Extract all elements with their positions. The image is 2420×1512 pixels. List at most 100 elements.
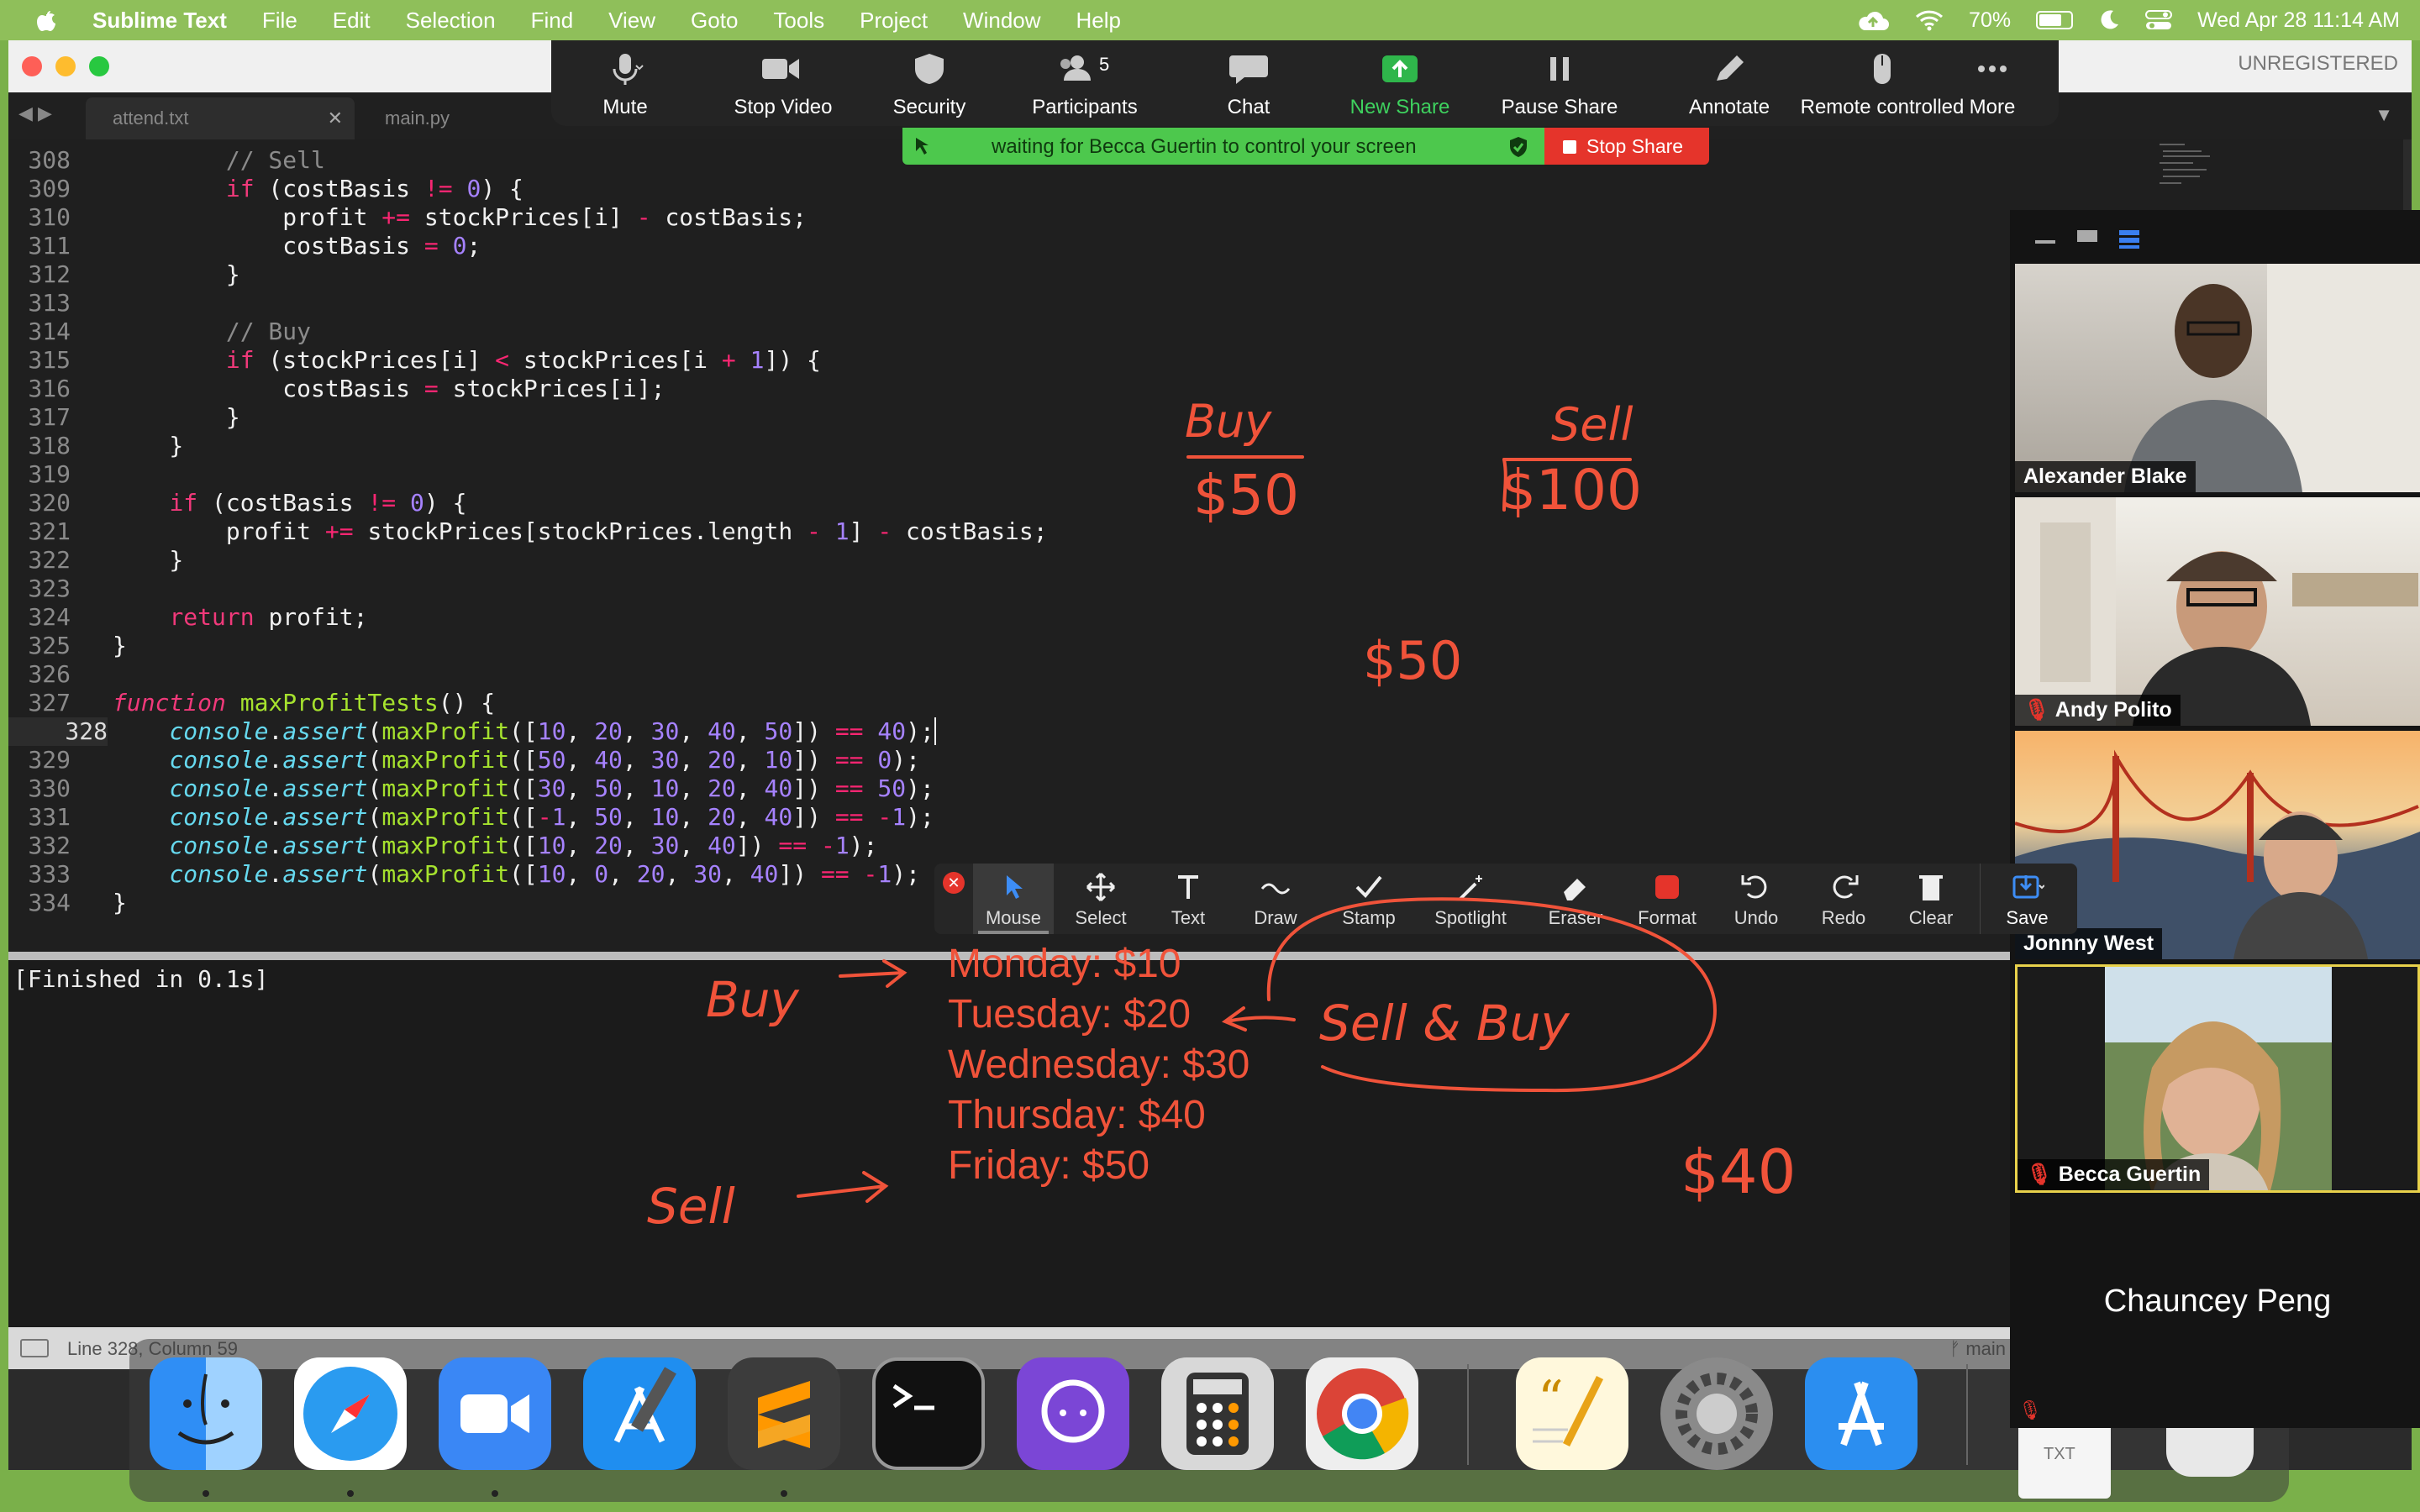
stamp-tool-button[interactable]: Stamp [1323,864,1415,934]
menu-find[interactable]: Find [531,8,574,34]
line-number: 334 [28,889,71,916]
chrome-icon[interactable] [1306,1357,1418,1470]
participant-tile[interactable]: Chauncey Peng 🎙 [2015,1198,2420,1426]
minimize-panel-icon[interactable] [2035,240,2055,244]
stop-share-button[interactable]: Stop Share [1544,128,1709,165]
text-tool-button[interactable]: Text [1148,864,1228,934]
sublime-text-icon[interactable] [728,1357,840,1470]
spotlight-tool-button[interactable]: Spotlight [1420,864,1521,934]
undo-button[interactable]: Undo [1716,864,1797,934]
code-line: if (costBasis != 0) { [169,489,467,517]
code-line: function maxProfitTests() { [113,689,496,717]
cursor-arrow-icon [1007,875,1023,899]
line-number: 331 [28,803,71,831]
line-number: 319 [28,460,71,488]
remote-control-arrow-icon [916,138,929,155]
save-button[interactable]: Save [1980,864,2074,934]
code-line: } [113,260,240,288]
moon-icon[interactable] [2098,9,2120,31]
zoom-app-icon[interactable] [439,1357,551,1470]
menu-file[interactable]: File [262,8,297,34]
close-annotation-icon[interactable]: ✕ [943,872,965,894]
line-number: 314 [28,318,71,345]
participant-name: Chauncey Peng [2103,1284,2332,1319]
finder-icon[interactable] [150,1357,262,1470]
code-line: return profit; [169,603,368,631]
redo-button[interactable]: Redo [1803,864,1884,934]
gallery-view-icon[interactable] [2119,230,2139,249]
more-button[interactable]: More [1938,40,2047,126]
unregistered-label: UNREGISTERED [2238,52,2398,75]
safari-icon[interactable] [294,1357,407,1470]
cloud-upload-icon[interactable] [1856,8,1890,32]
mouse-tool-button[interactable]: Mouse [973,864,1054,934]
line-number: 311 [28,232,71,260]
menu-view[interactable]: View [608,8,655,34]
menu-edit[interactable]: Edit [333,8,371,34]
active-speaker-view-icon[interactable] [2077,230,2097,242]
wifi-icon[interactable] [1915,9,1944,31]
line-number: 328 [8,717,108,746]
participant-name: 🎙 Andy Polito [2015,695,2181,726]
annotation-toolbar: ✕ Mouse Select Text Draw Stamp Spotlight… [934,864,2077,934]
minimap[interactable] [2151,139,2218,190]
apple-icon[interactable] [34,8,59,33]
calculator-icon[interactable] [1161,1357,1274,1470]
line-number: 322 [28,546,71,574]
code-line: console.assert(maxProfit([10, 0, 20, 30,… [169,860,920,888]
line-number: 332 [28,832,71,859]
microphone-icon [613,54,644,85]
select-tool-button[interactable]: Select [1060,864,1141,934]
tab-main-py[interactable]: main.py [363,97,573,139]
minimize-window-button[interactable] [55,56,76,76]
zoom-window-button[interactable] [89,56,109,76]
tab-close-icon[interactable]: ✕ [328,108,343,129]
code-line: } [113,632,127,659]
svg-text:“: “ [1538,1370,1564,1429]
line-number: 324 [28,603,71,631]
mouse-icon [1874,54,1891,84]
menu-goto[interactable]: Goto [691,8,738,34]
new-share-button[interactable]: New Share [1324,40,1476,126]
textedit-icon[interactable]: “ [1516,1357,1628,1470]
dock: “ TXT [129,1339,2289,1502]
console-toggle-icon[interactable] [20,1339,49,1357]
tab-overflow-icon[interactable]: ▼ [2375,104,2393,126]
close-window-button[interactable] [22,56,42,76]
stop-video-button[interactable]: Stop Video [708,40,859,126]
menu-tools[interactable]: Tools [773,8,824,34]
participants-button[interactable]: 5 Participants [1005,40,1165,126]
menu-help[interactable]: Help [1076,8,1121,34]
shield-icon [915,54,944,84]
chat-button[interactable]: Chat [1190,40,1307,126]
control-center-icon[interactable] [2145,9,2173,31]
code-line: console.assert(maxProfit([30, 50, 10, 20… [169,774,934,802]
format-tool-button[interactable]: Format [1625,864,1709,934]
eraser-tool-button[interactable]: Eraser [1529,864,1622,934]
menu-selection[interactable]: Selection [406,8,496,34]
menu-window[interactable]: Window [963,8,1040,34]
draw-tool-button[interactable]: Draw [1235,864,1316,934]
tab-attend-txt[interactable]: attend.txt ✕ [86,97,355,139]
mute-button[interactable]: Mute [566,40,684,126]
more-dots-icon [1978,66,2007,72]
participant-tile[interactable]: 🎙 Andy Polito [2015,497,2420,726]
xcode-icon[interactable] [583,1357,696,1470]
github-desktop-icon[interactable] [1017,1357,1129,1470]
code-line: console.assert(maxProfit([10, 20, 30, 40… [169,717,936,745]
participant-tile[interactable]: Alexander Blake [2015,264,2420,492]
share-screen-icon [1382,55,1418,82]
line-number: 320 [28,489,71,517]
line-number: 318 [28,432,71,459]
menu-project[interactable]: Project [860,8,928,34]
system-preferences-icon[interactable] [1660,1357,1773,1470]
security-button[interactable]: Security [871,40,988,126]
menu-app-name[interactable]: Sublime Text [92,8,227,34]
clear-button[interactable]: Clear [1891,864,1971,934]
tab-nav-arrows-icon[interactable]: ◀ ▶ [18,102,52,124]
app-store-icon[interactable] [1805,1357,1918,1470]
battery-icon[interactable] [2036,11,2074,29]
terminal-icon[interactable] [872,1357,985,1470]
participant-tile[interactable]: 🎙 Becca Guertin [2015,964,2420,1193]
menubar-clock[interactable]: Wed Apr 28 11:14 AM [2197,8,2400,33]
